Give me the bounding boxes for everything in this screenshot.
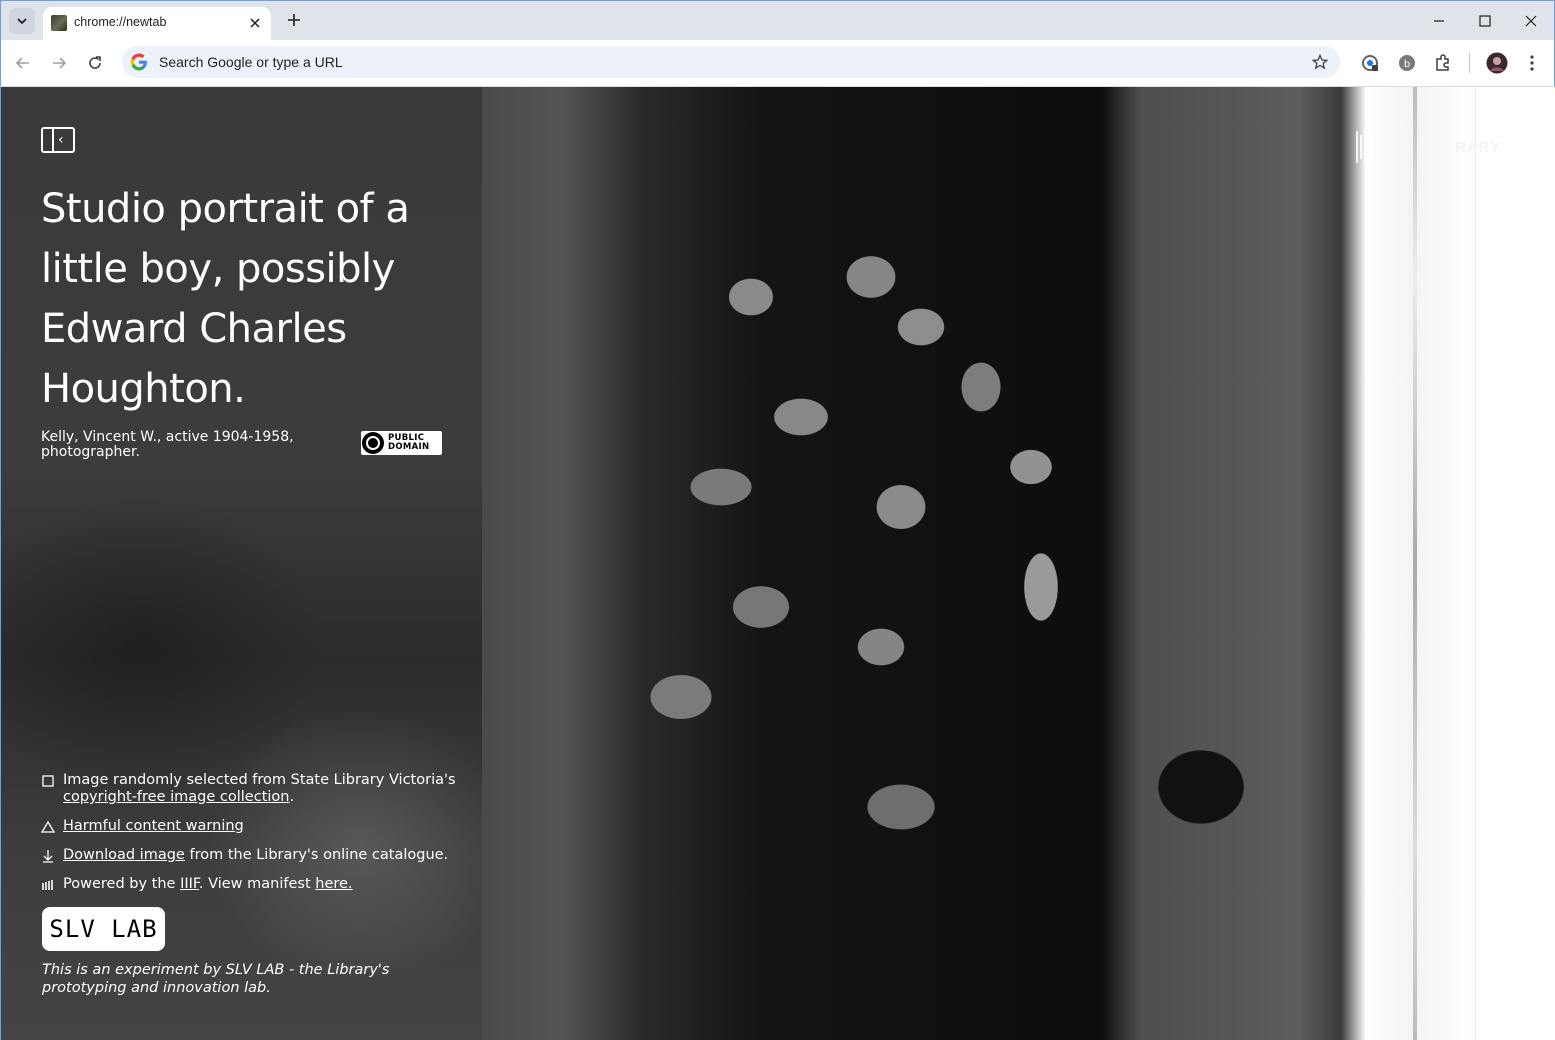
right-margin bbox=[1475, 87, 1555, 1040]
new-tab-button[interactable] bbox=[283, 9, 305, 31]
download-item: Download image from the Library's online… bbox=[41, 847, 461, 864]
tab-favicon bbox=[51, 15, 67, 31]
photo-edge-band bbox=[1413, 87, 1417, 1040]
svg-text:b: b bbox=[1404, 59, 1410, 70]
harmful-content-item: Harmful content warning bbox=[41, 818, 461, 835]
active-tab[interactable]: chrome://newtab bbox=[43, 7, 271, 41]
puzzle-icon bbox=[1436, 54, 1449, 71]
extensions-button[interactable] bbox=[1431, 51, 1455, 75]
library-label: RARY bbox=[1455, 139, 1501, 156]
experiment-note: This is an experiment by SLV LAB - the L… bbox=[42, 962, 390, 996]
omnibox[interactable]: Search Google or type a URL bbox=[122, 46, 1340, 78]
iiif-link[interactable]: IIIF bbox=[180, 876, 199, 892]
iiif-icon bbox=[41, 878, 55, 892]
info-list: Image randomly selected from State Libra… bbox=[41, 772, 461, 905]
close-icon bbox=[1525, 15, 1537, 27]
public-domain-icon bbox=[362, 432, 384, 454]
reload-button[interactable] bbox=[81, 49, 109, 77]
download-icon bbox=[41, 849, 55, 863]
manifest-link[interactable]: here. bbox=[315, 876, 352, 892]
extension-button-1[interactable] bbox=[1358, 51, 1382, 75]
public-domain-label: PUBLIC DOMAIN bbox=[388, 434, 429, 452]
omnibox-placeholder: Search Google or type a URL bbox=[159, 54, 343, 70]
avatar-icon bbox=[1486, 52, 1508, 74]
chevron-left-icon: ‹ bbox=[58, 132, 64, 148]
square-icon bbox=[41, 774, 55, 788]
profile-extension-icon: b bbox=[1399, 55, 1415, 71]
powered-prefix: Powered by the bbox=[63, 876, 181, 892]
minimize-icon bbox=[1434, 20, 1444, 22]
harmful-content-link[interactable]: Harmful content warning bbox=[63, 818, 244, 834]
collection-link[interactable]: copyright-free image collection bbox=[63, 789, 289, 805]
random-image-suffix: . bbox=[289, 789, 295, 805]
random-image-note: Image randomly selected from State Libra… bbox=[41, 772, 461, 806]
bookmark-button[interactable] bbox=[1310, 52, 1330, 72]
random-image-text: Image randomly selected from State Libra… bbox=[63, 772, 456, 788]
public-domain-badge: PUBLIC DOMAIN bbox=[361, 431, 442, 455]
tab-title: chrome://newtab bbox=[74, 15, 167, 29]
artwork-creator: Kelly, Vincent W., active 1904-1958, pho… bbox=[41, 429, 294, 460]
library-logo-icon bbox=[1356, 131, 1374, 163]
new-tab-page: RARY ‹ Studio portrait of a little boy, … bbox=[0, 87, 1555, 1040]
minimize-button[interactable] bbox=[1425, 7, 1453, 35]
arrow-right-icon bbox=[53, 57, 67, 69]
maximize-icon bbox=[1479, 15, 1491, 27]
slv-lab-logo[interactable]: SLV LAB bbox=[42, 907, 165, 951]
profile-avatar[interactable] bbox=[1485, 51, 1509, 75]
warning-triangle-icon bbox=[41, 820, 55, 834]
back-button[interactable] bbox=[9, 49, 37, 77]
arrow-left-icon bbox=[15, 57, 29, 69]
close-window-button[interactable] bbox=[1517, 7, 1545, 35]
chevron-down-icon bbox=[17, 18, 27, 25]
star-icon bbox=[1312, 54, 1328, 70]
browser-toolbar: Search Google or type a URL b bbox=[0, 40, 1555, 87]
forward-button[interactable] bbox=[45, 49, 73, 77]
artwork-title: Studio portrait of a little boy, possibl… bbox=[41, 186, 410, 412]
iiif-item: Powered by the IIIF. View manifest here. bbox=[41, 876, 461, 893]
tab-strip: chrome://newtab bbox=[0, 0, 1555, 41]
maximize-button[interactable] bbox=[1471, 7, 1499, 35]
info-panel: ‹ Studio portrait of a little boy, possi… bbox=[1, 87, 482, 1040]
kebab-menu-icon bbox=[1530, 55, 1534, 71]
sidebar-divider bbox=[52, 129, 54, 151]
extension-button-2[interactable]: b bbox=[1395, 51, 1419, 75]
tab-close-button[interactable] bbox=[245, 13, 265, 33]
browser-menu-button[interactable] bbox=[1520, 51, 1544, 75]
download-image-link[interactable]: Download image bbox=[63, 847, 185, 863]
toolbar-separator bbox=[1469, 53, 1470, 73]
lens-extension-icon bbox=[1362, 55, 1378, 71]
reload-icon bbox=[89, 56, 101, 69]
close-icon bbox=[250, 18, 260, 28]
tab-search-button[interactable] bbox=[9, 8, 35, 34]
download-suffix: from the Library's online catalogue. bbox=[184, 847, 449, 863]
google-icon bbox=[130, 53, 147, 71]
public-domain-line-2: DOMAIN bbox=[388, 442, 430, 452]
powered-middle: . View manifest bbox=[198, 876, 316, 892]
plus-icon bbox=[288, 14, 300, 26]
collapse-panel-button[interactable]: ‹ bbox=[41, 127, 75, 153]
